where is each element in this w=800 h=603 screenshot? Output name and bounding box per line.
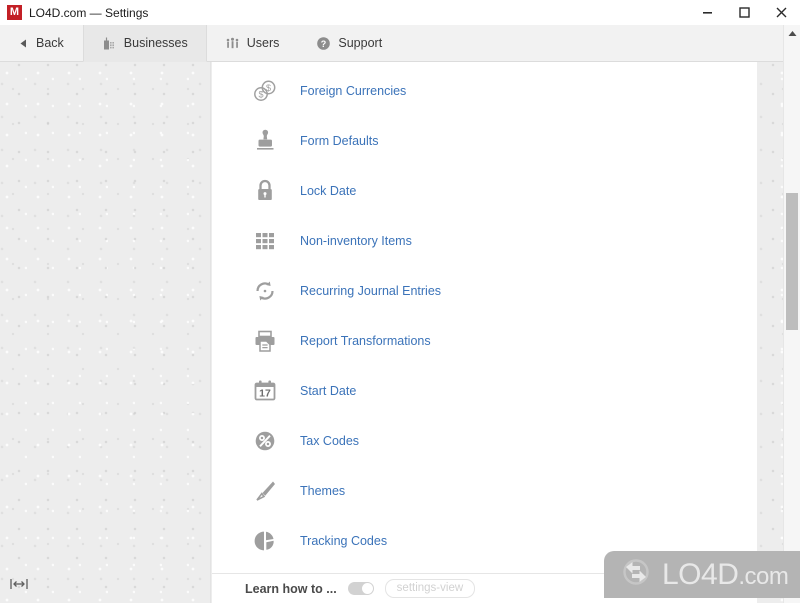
tab-support-label: Support	[338, 36, 383, 50]
minimize-button[interactable]	[690, 0, 724, 25]
setting-item-form-defaults[interactable]: Form Defaults	[212, 116, 757, 166]
question-mark-circle-icon: ?	[316, 36, 331, 51]
setting-item-tax-codes[interactable]: Tax Codes	[212, 416, 757, 466]
tab-back-label: Back	[36, 36, 64, 50]
tab-users-label: Users	[246, 36, 280, 50]
setting-label: Foreign Currencies	[300, 84, 407, 98]
people-icon	[225, 36, 240, 51]
setting-item-recurring-journal-entries[interactable]: Recurring Journal Entries	[212, 266, 757, 316]
settings-window: M LO4D.com — Settings Back Businesses Us…	[0, 0, 800, 603]
calendar-day-number: 17	[259, 388, 271, 400]
setting-item-themes[interactable]: Themes	[212, 466, 757, 516]
pie-chart-icon	[250, 526, 280, 556]
close-icon	[776, 7, 786, 18]
tab-bar: Back Businesses Users ? Support	[0, 25, 800, 62]
grid-squares-icon	[250, 226, 280, 256]
app-logo-icon: M	[7, 5, 22, 20]
setting-item-foreign-currencies[interactable]: $ $ Foreign Currencies	[212, 66, 757, 116]
padlock-icon	[250, 176, 280, 206]
svg-text:$: $	[266, 83, 271, 93]
setting-label: Non-inventory Items	[300, 234, 412, 248]
close-button[interactable]	[764, 0, 798, 25]
lo4d-circular-arrows-logo	[617, 553, 655, 596]
paintbrush-icon	[250, 476, 280, 506]
scroll-up-arrow-icon[interactable]	[784, 25, 800, 42]
vertical-scrollbar[interactable]	[783, 25, 800, 603]
coins-dollar-icon: $ $	[250, 76, 280, 106]
lo4d-watermark-text: LO4D.com	[662, 557, 789, 591]
horizontal-resize-icon[interactable]	[8, 575, 30, 593]
setting-label: Form Defaults	[300, 134, 379, 148]
calendar-icon: 17	[250, 376, 280, 406]
setting-item-start-date[interactable]: 17 Start Date	[212, 366, 757, 416]
rubber-stamp-icon	[250, 126, 280, 156]
setting-label: Themes	[300, 484, 346, 498]
setting-item-lock-date[interactable]: Lock Date	[212, 166, 757, 216]
setting-label: Lock Date	[300, 184, 357, 198]
maximize-button[interactable]	[727, 0, 761, 25]
circular-arrows-icon	[250, 276, 280, 306]
tab-businesses[interactable]: Businesses	[82, 25, 207, 62]
settings-panel: $ $ Foreign Currencies Form Defaults Loc…	[212, 62, 757, 573]
lo4d-watermark: LO4D.com	[604, 551, 800, 598]
learn-how-to-label: Learn how to ...	[245, 581, 337, 596]
setting-label: Recurring Journal Entries	[300, 284, 442, 298]
tab-businesses-label: Businesses	[123, 36, 188, 50]
settings-list: $ $ Foreign Currencies Form Defaults Loc…	[212, 66, 757, 566]
setting-label: Tax Codes	[300, 434, 360, 448]
setting-item-report-transformations[interactable]: Report Transformations	[212, 316, 757, 366]
settings-view-badge: settings-view	[384, 579, 476, 598]
svg-text:?: ?	[321, 39, 327, 49]
setting-label: Report Transformations	[300, 334, 431, 348]
percent-circle-icon	[250, 426, 280, 456]
setting-label: Tracking Codes	[300, 534, 388, 548]
setting-label: Start Date	[300, 384, 357, 398]
minimize-icon	[702, 12, 712, 14]
tab-support[interactable]: ? Support	[298, 25, 401, 61]
tab-back[interactable]: Back	[0, 25, 83, 61]
back-arrow-icon	[18, 38, 29, 49]
window-title: LO4D.com — Settings	[29, 5, 149, 20]
tab-users[interactable]: Users	[207, 25, 299, 61]
window-body: $ $ Foreign Currencies Form Defaults Loc…	[0, 62, 800, 603]
scrollbar-thumb[interactable]	[786, 193, 798, 330]
title-bar: M LO4D.com — Settings	[0, 0, 800, 25]
learn-how-to-toggle[interactable]	[347, 582, 374, 595]
building-icon	[102, 36, 117, 51]
left-pane	[0, 62, 211, 603]
printer-icon	[250, 326, 280, 356]
setting-item-non-inventory-items[interactable]: Non-inventory Items	[212, 216, 757, 266]
maximize-icon	[738, 7, 750, 18]
